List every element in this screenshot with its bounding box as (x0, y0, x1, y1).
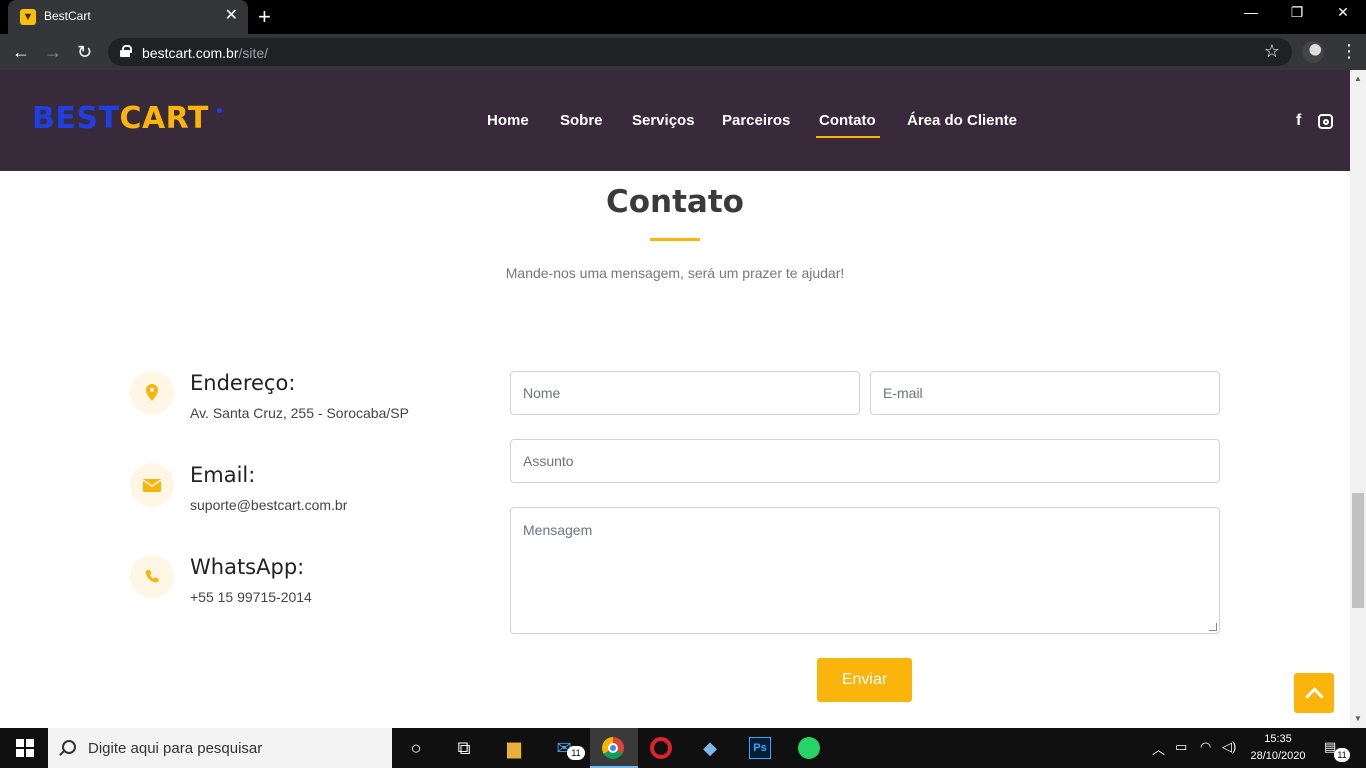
subject-field[interactable]: Assunto (510, 439, 1220, 483)
search-icon (62, 740, 76, 754)
taskbar-search-placeholder: Digite aqui para pesquisar (88, 740, 263, 757)
address-bar[interactable]: bestcart.com.br/site/ ☆ (108, 38, 1292, 66)
whatsapp-title: WhatsApp: (190, 555, 305, 579)
photoshop-icon[interactable]: Ps (749, 737, 771, 759)
message-textarea[interactable]: Mensagem (510, 507, 1220, 634)
scroll-down-arrow-icon[interactable]: ▼ (1353, 714, 1363, 723)
address-text: Av. Santa Cruz, 255 - Sorocaba/SP (190, 405, 409, 421)
envelope-icon (130, 463, 174, 507)
browser-tab[interactable]: ▼ BestCart ✕ (8, 0, 248, 34)
page-scrollbar[interactable] (1350, 70, 1366, 728)
volume-icon[interactable]: ◁) (1222, 739, 1236, 755)
message-placeholder: Mensagem (523, 522, 593, 538)
url-text: bestcart.com.br/site/ (142, 45, 269, 61)
notification-badge: 11 (1334, 748, 1350, 762)
wifi-icon[interactable]: ◠ (1200, 739, 1211, 755)
file-explorer-icon[interactable]: ▆ (502, 736, 526, 760)
clock-date: 28/10/2020 (1250, 750, 1306, 762)
section-subtitle: Mande-nos uma mensagem, será um prazer t… (505, 265, 845, 281)
notes-app-icon[interactable]: ◆ (698, 736, 722, 760)
scroll-up-arrow-icon[interactable]: ▲ (1353, 74, 1363, 83)
windows-start-icon[interactable] (16, 739, 34, 757)
resize-handle-icon[interactable] (1209, 623, 1217, 631)
instagram-icon[interactable] (1318, 114, 1333, 129)
email-field[interactable]: E-mail (870, 371, 1220, 415)
task-view-icon[interactable]: ⧉ (452, 736, 476, 760)
mail-badge: 11 (567, 746, 585, 760)
logo-registered-dot (217, 108, 222, 113)
tab-title: BestCart (44, 9, 91, 23)
send-button[interactable]: Enviar (817, 658, 912, 702)
bookmark-star-icon[interactable]: ☆ (1264, 41, 1280, 62)
active-nav-underline (816, 136, 880, 138)
title-accent-bar (650, 238, 700, 241)
map-pin-icon (130, 371, 174, 415)
address-title: Endereço: (190, 371, 296, 395)
battery-icon[interactable]: ▭ (1175, 739, 1187, 755)
nav-parceiros[interactable]: Parceiros (722, 112, 790, 129)
minimize-button[interactable]: — (1228, 4, 1274, 20)
opera-icon[interactable] (650, 737, 672, 759)
lock-icon (120, 45, 132, 57)
chrome-center-dot (608, 743, 618, 753)
bestcart-favicon-icon: ▼ (20, 9, 36, 25)
profile-avatar[interactable] (1302, 41, 1324, 63)
scrollbar-thumb[interactable] (1352, 493, 1364, 608)
new-tab-button[interactable]: + (258, 4, 271, 30)
tab-close-icon[interactable]: ✕ (225, 7, 238, 25)
window-close-button[interactable]: ✕ (1320, 4, 1366, 21)
forward-arrow-icon[interactable]: → (44, 42, 62, 62)
email-title: Email: (190, 463, 256, 487)
phone-icon (130, 555, 174, 599)
bestcart-logo[interactable]: BESTCART (32, 101, 209, 136)
cortana-icon[interactable]: ○ (404, 736, 428, 760)
back-arrow-icon[interactable]: ← (12, 42, 30, 62)
whatsapp-text[interactable]: +55 15 99715-2014 (190, 589, 312, 605)
nav-area-do-cliente[interactable]: Área do Cliente (907, 112, 1017, 129)
back-to-top-button[interactable] (1294, 673, 1334, 713)
nav-servicos[interactable]: Serviços (632, 112, 695, 129)
email-text[interactable]: suporte@bestcart.com.br (190, 497, 347, 513)
nav-contato[interactable]: Contato (819, 112, 876, 129)
reload-icon[interactable]: ↻ (77, 42, 92, 62)
tray-chevron-icon[interactable]: ︿ (1152, 739, 1165, 758)
whatsapp-icon[interactable] (798, 737, 820, 759)
name-field[interactable]: Nome (510, 371, 860, 415)
clock-time: 15:35 (1264, 733, 1292, 745)
section-title: Contato (606, 184, 744, 220)
nav-home[interactable]: Home (487, 112, 529, 129)
menu-kebab-icon[interactable]: ⋮ (1340, 41, 1358, 62)
facebook-icon[interactable]: f (1296, 112, 1301, 130)
taskbar-clock[interactable]: 15:35 28/10/2020 (1248, 731, 1308, 765)
maximize-button[interactable]: ❐ (1274, 4, 1320, 21)
nav-sobre[interactable]: Sobre (560, 112, 603, 129)
